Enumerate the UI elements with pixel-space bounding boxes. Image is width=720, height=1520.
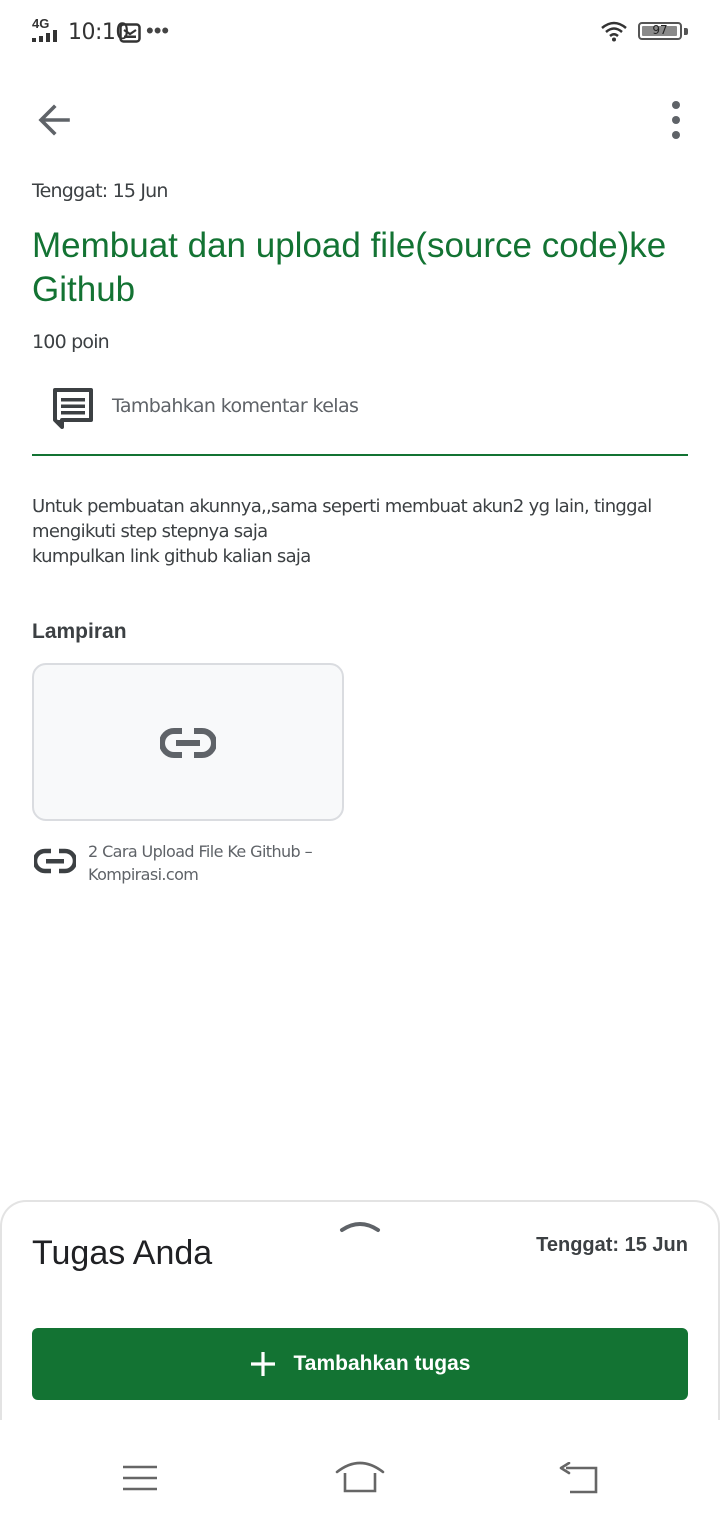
due-date: Tenggat: 15 Jun <box>32 180 168 202</box>
attachment-thumbnail[interactable] <box>32 663 344 821</box>
your-work-title: Tugas Anda <box>32 1234 213 1272</box>
signal-bars-icon <box>32 30 57 42</box>
menu-icon[interactable] <box>122 1464 158 1492</box>
wifi-icon <box>601 21 627 42</box>
comment-label: Tambahkan komentar kelas <box>112 395 359 417</box>
back-nav-icon[interactable] <box>558 1462 600 1494</box>
attachments-heading: Lampiran <box>32 620 127 643</box>
chevron-up-icon[interactable] <box>336 1214 384 1236</box>
add-work-label: Tambahkan tugas <box>293 1352 471 1375</box>
status-bar: 4G 10:10 ••• 97 <box>0 0 720 64</box>
description-line: Untuk pembuatan akunnya,,sama seperti me… <box>32 496 652 542</box>
comment-icon <box>53 388 93 429</box>
battery-cap <box>684 28 688 35</box>
link-icon <box>34 848 76 874</box>
assignment-description: Untuk pembuatan akunnya,,sama seperti me… <box>32 494 692 569</box>
more-vert-icon[interactable] <box>660 98 692 142</box>
add-class-comment-button[interactable]: Tambahkan komentar kelas <box>32 378 688 438</box>
battery-icon: 97 <box>638 22 682 40</box>
network-type: 4G <box>32 16 50 31</box>
description-line: kumpulkan link github kalian saja <box>32 546 311 567</box>
attachment-link-title[interactable]: 2 Cara Upload File Ke Github – Kompirasi… <box>88 840 338 886</box>
assignment-title: Membuat dan upload file(source code)ke G… <box>32 226 667 309</box>
comment-divider <box>32 454 688 456</box>
message-icon <box>119 23 141 43</box>
signal-icon: 4G <box>32 16 58 44</box>
more-dots-icon: ••• <box>146 18 170 43</box>
assignment-points: 100 poin <box>32 331 110 353</box>
plus-icon <box>250 1352 275 1376</box>
arrow-back-icon[interactable] <box>30 96 78 144</box>
add-work-button[interactable]: Tambahkan tugas <box>32 1328 688 1400</box>
battery-level: 97 <box>652 23 668 37</box>
link-icon <box>160 728 216 758</box>
home-icon[interactable] <box>334 1458 386 1494</box>
your-work-due-date: Tenggat: 15 Jun <box>536 1234 688 1256</box>
